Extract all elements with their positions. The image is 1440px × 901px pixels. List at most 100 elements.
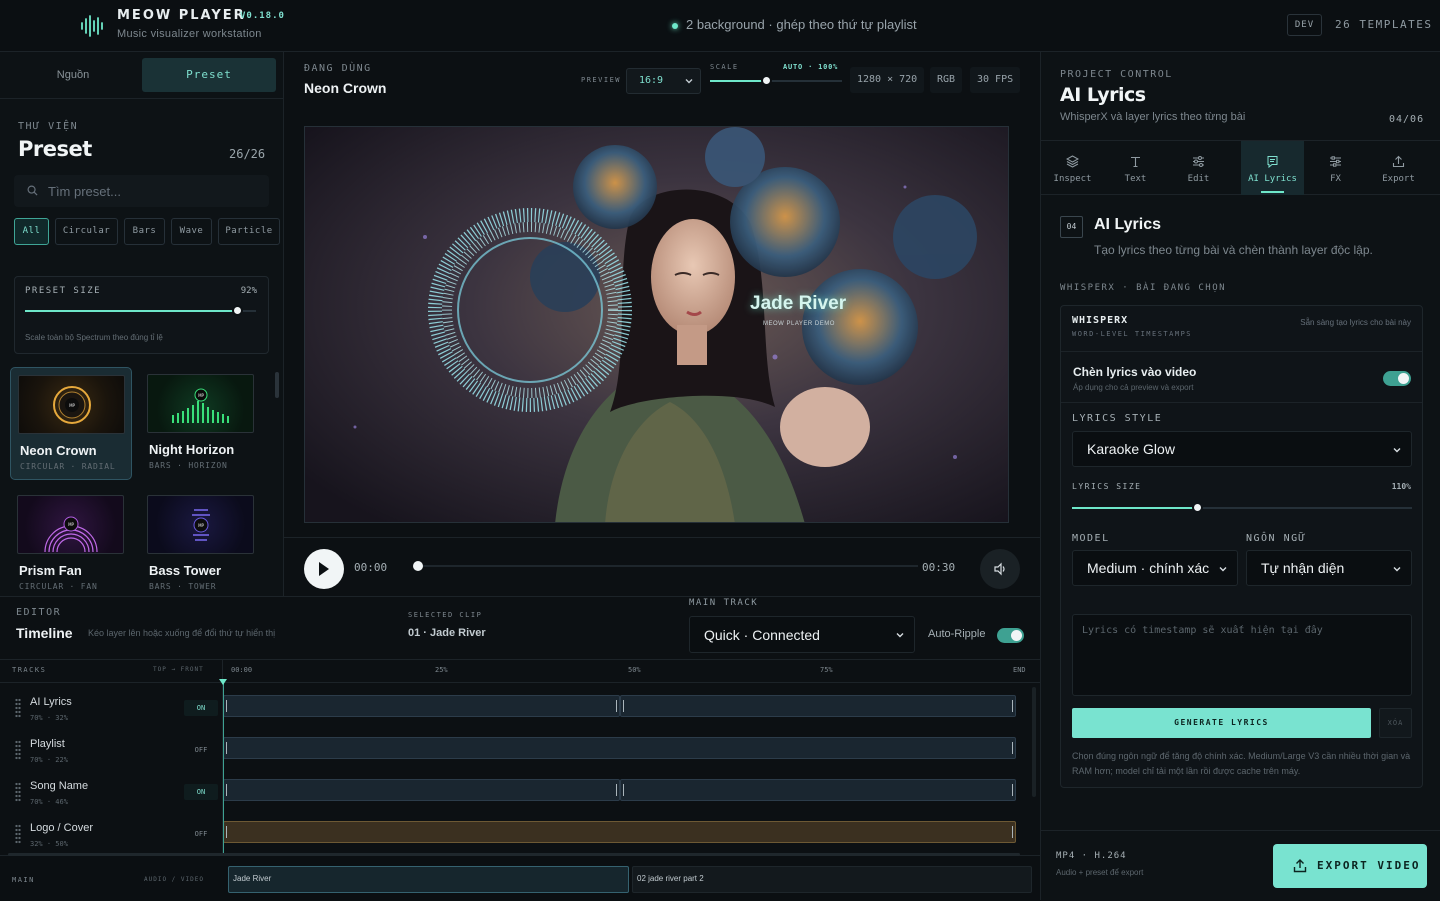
ring-spectrum-icon: MP: [53, 386, 91, 424]
track-clip[interactable]: [223, 779, 620, 801]
tab-ai-lyrics[interactable]: AI Lyrics: [1241, 141, 1304, 195]
preset-card-bass-tower[interactable]: MP Bass Tower BARS · TOWER: [140, 488, 262, 596]
track-visibility-toggle[interactable]: OFF: [184, 742, 218, 758]
track-clip[interactable]: [620, 779, 1016, 801]
ruler-tick: END: [1013, 666, 1026, 674]
tab-edit[interactable]: Edit: [1167, 141, 1230, 195]
tab-text[interactable]: Text: [1104, 141, 1167, 195]
track-meta: 70% · 46%: [30, 798, 68, 806]
preset-thumbnail: MP: [147, 374, 254, 433]
tab-preset[interactable]: Preset: [142, 58, 276, 92]
lyrics-textarea[interactable]: Lyrics có timestamp sẽ xuất hiện tại đây: [1072, 614, 1412, 696]
drag-handle-icon[interactable]: [15, 824, 21, 844]
main-clip[interactable]: Jade River: [228, 866, 629, 893]
export-format: MP4 · H.264: [1056, 851, 1127, 861]
drag-handle-icon[interactable]: [15, 782, 21, 802]
lyrics-placeholder: Lyrics có timestamp sẽ xuất hiện tại đây: [1082, 625, 1323, 636]
main-track-name: MAIN: [12, 876, 35, 884]
seek-slider[interactable]: [413, 561, 918, 571]
track-name: Logo / Cover: [30, 822, 93, 834]
export-video-button[interactable]: EXPORT VIDEO: [1273, 844, 1427, 888]
clear-lyrics-button[interactable]: XÓA: [1379, 708, 1412, 738]
main-track-select[interactable]: Quick · Connected: [689, 616, 915, 653]
editor-hint: Kéo layer lên hoặc xuống để đổi thứ tự h…: [88, 628, 276, 638]
scale-slider[interactable]: [710, 75, 842, 86]
now-using-eyebrow: ĐANG DÙNG: [304, 63, 372, 74]
language-value: Tự nhận diện: [1261, 560, 1345, 576]
scale-value: AUTO · 100%: [783, 63, 839, 71]
tracks-label: TRACKS: [12, 666, 47, 674]
filter-particle[interactable]: Particle: [218, 218, 280, 245]
tab-label: Edit: [1187, 174, 1210, 184]
preset-search-input[interactable]: Tìm preset...: [14, 175, 269, 207]
volume-icon: [994, 562, 1005, 576]
track-clip[interactable]: [223, 695, 620, 717]
filter-circular[interactable]: Circular: [55, 218, 118, 245]
preset-card-neon-crown[interactable]: MP Neon Crown CIRCULAR · RADIAL: [10, 367, 132, 480]
auto-ripple-toggle[interactable]: [997, 628, 1024, 643]
preset-card-prism-fan[interactable]: MP Prism Fan CIRCULAR · FAN: [10, 488, 132, 596]
divider: [284, 537, 1040, 538]
track-row-song-name[interactable]: Song Name 70% · 46% ON: [0, 769, 1040, 811]
whisperx-subtitle: WORD-LEVEL TIMESTAMPS: [1072, 330, 1193, 338]
generate-lyrics-button[interactable]: GENERATE LYRICS: [1072, 708, 1371, 738]
filter-bars[interactable]: Bars: [124, 218, 165, 245]
track-row-playlist[interactable]: Playlist 70% · 22% OFF: [0, 727, 1040, 769]
scrollbar[interactable]: [275, 372, 279, 398]
track-clip[interactable]: [620, 695, 1016, 717]
tab-inspect[interactable]: Inspect: [1041, 141, 1104, 195]
lyrics-size-handle[interactable]: [1191, 502, 1203, 513]
preset-tag: CIRCULAR · RADIAL: [20, 462, 116, 471]
overlay-song-title: Jade River: [750, 293, 847, 314]
timeline-ruler: TRACKS TOP → FRONT 00:00 25% 50% 75% END: [0, 659, 1040, 683]
lyrics-icon: [1267, 156, 1278, 168]
preset-size-handle[interactable]: [231, 305, 243, 316]
track-visibility-toggle[interactable]: OFF: [184, 826, 218, 842]
track-visibility-toggle[interactable]: ON: [184, 700, 218, 716]
language-select[interactable]: Tự nhận diện: [1246, 550, 1412, 586]
preview-ratio-select[interactable]: 16:9: [626, 68, 701, 94]
svg-text:MP: MP: [68, 522, 74, 527]
track-visibility-toggle[interactable]: ON: [184, 784, 218, 800]
fx-icon: [1330, 156, 1341, 167]
lyrics-style-select[interactable]: Karaoke Glow: [1072, 431, 1412, 467]
preset-card-night-horizon[interactable]: MP Night Horizon BARS · HORIZON: [140, 367, 262, 480]
scrollbar[interactable]: [8, 853, 1020, 856]
drag-handle-icon[interactable]: [15, 740, 21, 760]
preset-size-slider[interactable]: [25, 305, 256, 316]
upload-icon: [1392, 155, 1405, 168]
playhead-handle-icon[interactable]: [219, 679, 227, 685]
main-clip[interactable]: 02 jade river part 2: [632, 866, 1032, 893]
volume-button[interactable]: [980, 549, 1020, 589]
step-counter: 04/06: [1389, 114, 1425, 125]
seek-handle[interactable]: [413, 561, 423, 571]
app-subtitle: Music visualizer workstation: [117, 28, 262, 40]
track-clip[interactable]: [223, 737, 1016, 759]
preset-name: Bass Tower: [149, 563, 222, 578]
video-preview-canvas[interactable]: Jade River MEOW PLAYER DEMO: [304, 126, 1009, 523]
insert-lyrics-toggle[interactable]: [1383, 371, 1411, 386]
track-row-logo-cover[interactable]: Logo / Cover 32% · 50% OFF: [0, 811, 1040, 853]
scrollbar[interactable]: [1032, 687, 1036, 797]
tower-spectrum-icon: MP: [192, 509, 210, 541]
scale-handle[interactable]: [760, 75, 772, 86]
whisperx-eyebrow: WHISPERX · BÀI ĐANG CHỌN: [1060, 283, 1227, 293]
filter-wave[interactable]: Wave: [171, 218, 212, 245]
track-clip[interactable]: [223, 821, 1016, 843]
lyrics-size-slider[interactable]: [1072, 502, 1412, 513]
play-button[interactable]: [304, 549, 344, 589]
overlay-song-subtitle: MEOW PLAYER DEMO: [763, 321, 835, 327]
model-select[interactable]: Medium · chính xác: [1072, 550, 1238, 586]
ruler-tick: 75%: [820, 666, 833, 674]
filter-all[interactable]: All: [14, 218, 49, 245]
layers-icon: [1066, 155, 1079, 168]
export-format-subtitle: Audio + preset để export: [1056, 868, 1144, 877]
drag-handle-icon[interactable]: [15, 698, 21, 718]
selected-clip-value: 01 · Jade River: [408, 627, 486, 639]
track-row-ai-lyrics[interactable]: AI Lyrics 70% · 32% ON: [0, 685, 1040, 727]
time-current: 00:00: [354, 561, 388, 574]
tab-fx[interactable]: FX: [1304, 141, 1367, 195]
tab-source[interactable]: Nguồn: [6, 58, 140, 92]
tab-export[interactable]: Export: [1367, 141, 1430, 195]
preset-name: Prism Fan: [19, 563, 82, 578]
